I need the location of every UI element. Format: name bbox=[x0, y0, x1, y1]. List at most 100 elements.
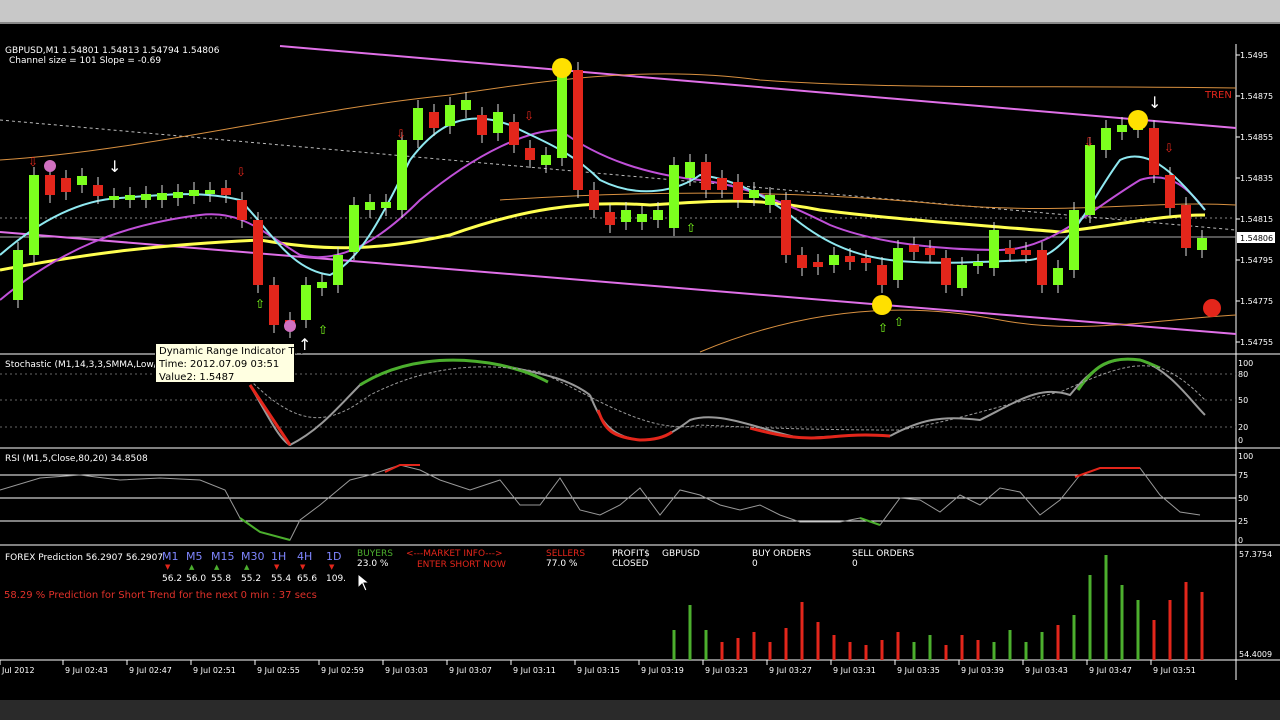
prediction-text: 58.29 % Prediction for Short Trend for t… bbox=[4, 590, 317, 601]
histogram-bar bbox=[800, 602, 804, 660]
histogram-bar bbox=[1024, 642, 1028, 660]
tooltip-line: Value2: 1.5487 bbox=[159, 372, 235, 383]
sellers-label: SELLERS bbox=[546, 549, 586, 559]
timeframe-label: 1D bbox=[326, 550, 342, 563]
histogram-bar bbox=[1184, 582, 1188, 660]
tooltip-line: Dynamic Range Indicator TM bbox=[159, 346, 304, 357]
time-axis-label: 9 Jul 03:39 bbox=[961, 666, 1004, 675]
candle-body bbox=[1037, 250, 1047, 285]
candle-body bbox=[253, 220, 263, 285]
sellers-value: 77.0 % bbox=[546, 559, 578, 569]
candle-body bbox=[573, 70, 583, 190]
down-arrow-icon: ⇩ bbox=[396, 127, 406, 141]
trend-label: TREN bbox=[1204, 90, 1232, 101]
sell-orders-value: 0 bbox=[852, 559, 858, 569]
histogram-bar bbox=[752, 632, 756, 660]
timeframe-label: 1H bbox=[271, 550, 287, 563]
candle-body bbox=[1101, 128, 1111, 150]
stochastic-level-label: 80 bbox=[1238, 370, 1248, 379]
down-triangle-icon: ▼ bbox=[274, 563, 280, 571]
candle-body bbox=[125, 195, 135, 200]
up-triangle-icon: ▲ bbox=[244, 563, 250, 571]
histogram-bar bbox=[1056, 625, 1060, 660]
stochastic-level-label: 50 bbox=[1238, 396, 1248, 405]
candle-body bbox=[1021, 250, 1031, 255]
histogram-bar bbox=[704, 630, 708, 660]
candle-body bbox=[237, 200, 247, 220]
price-axis-label: 1.54835 bbox=[1240, 174, 1273, 183]
up-arrow-icon: ⇧ bbox=[894, 315, 904, 329]
candle-body bbox=[93, 185, 103, 196]
price-axis-label: 1.54795 bbox=[1240, 256, 1273, 265]
time-axis-label: 9 Jul 03:27 bbox=[769, 666, 812, 675]
candle-body bbox=[13, 250, 23, 300]
time-axis-label: 9 Jul 03:19 bbox=[641, 666, 684, 675]
histogram-bar bbox=[1008, 630, 1012, 660]
candle-body bbox=[973, 262, 983, 266]
histogram-bar bbox=[688, 605, 692, 660]
candle-body bbox=[605, 212, 615, 225]
histogram-bar bbox=[1168, 600, 1172, 660]
candle-body bbox=[445, 105, 455, 126]
candle-body bbox=[173, 192, 183, 198]
mt4-window: TREN ↓ ↑ ↓ ⇧ ⇧ ⇧ ⇧ ⇧ ⇩ ⇩ ⇩ ⇩ ⇩ ⇩ 1.5495 1… bbox=[0, 0, 1280, 720]
candle-body bbox=[813, 262, 823, 267]
time-axis-label: 9 Jul 03:23 bbox=[705, 666, 748, 675]
histogram-bar bbox=[1136, 600, 1140, 660]
candle-body bbox=[221, 188, 231, 195]
candle-body bbox=[349, 205, 359, 252]
down-arrow-icon: ⇩ bbox=[236, 165, 246, 179]
up-arrow-icon: ⇧ bbox=[255, 297, 265, 311]
down-arrow-icon: ⇩ bbox=[1164, 141, 1174, 155]
candle-body bbox=[301, 285, 311, 320]
time-axis-label: 9 Jul 03:11 bbox=[513, 666, 556, 675]
signal-marker bbox=[284, 320, 296, 332]
timeframe-label: M5 bbox=[186, 550, 203, 563]
up-triangle-icon: ▲ bbox=[214, 563, 220, 571]
current-price-label: 1.54806 bbox=[1240, 234, 1273, 243]
candle-body bbox=[925, 248, 935, 255]
timeframe-value: 56.2 bbox=[162, 574, 183, 584]
histogram-bar bbox=[720, 642, 724, 660]
sell-orders-label: SELL ORDERS bbox=[852, 549, 915, 559]
candle-body bbox=[541, 155, 551, 165]
closed-label: CLOSED bbox=[612, 559, 649, 569]
down-arrow-icon: ⇩ bbox=[28, 155, 38, 169]
candle-body bbox=[941, 258, 951, 285]
hist-axis-bottom: 54.4009 bbox=[1239, 650, 1273, 659]
candle-body bbox=[477, 115, 487, 135]
stochastic-axis: 100 80 50 20 0 bbox=[1238, 359, 1253, 445]
histogram-bar bbox=[736, 638, 740, 660]
histogram-bar bbox=[960, 635, 964, 660]
histogram-bar bbox=[880, 640, 884, 660]
window-bottom-bar bbox=[0, 700, 1280, 720]
histogram-bar bbox=[1200, 592, 1204, 660]
timeframe-value: 55.2 bbox=[241, 574, 262, 584]
candle-body bbox=[525, 148, 535, 160]
candle-body bbox=[413, 108, 423, 140]
signal-marker bbox=[1128, 110, 1148, 130]
candle-body bbox=[461, 100, 471, 110]
timeframe-value: 56.0 bbox=[186, 574, 207, 584]
rsi-title: RSI (M1,5,Close,80,20) 34.8508 bbox=[5, 454, 148, 464]
candle-body bbox=[733, 182, 743, 200]
timeframe-value: 109. bbox=[326, 574, 347, 584]
rsi-level-label: 25 bbox=[1238, 517, 1248, 526]
histogram-bar bbox=[1040, 632, 1044, 660]
candle-body bbox=[493, 112, 503, 133]
price-axis-label: 1.5495 bbox=[1240, 51, 1268, 60]
candle-body bbox=[701, 162, 711, 190]
stochastic-level-label: 0 bbox=[1238, 436, 1243, 445]
histogram-bar bbox=[848, 642, 852, 660]
time-axis-label: 9 Jul 03:43 bbox=[1025, 666, 1068, 675]
time-axis-label: 9 Jul 02:51 bbox=[193, 666, 236, 675]
time-axis-label: 9 Jul 02:43 bbox=[65, 666, 108, 675]
candle-body bbox=[717, 178, 727, 190]
down-arrow-icon: ↓ bbox=[108, 157, 121, 176]
signal-marker bbox=[552, 58, 572, 78]
histogram-bar bbox=[992, 642, 996, 660]
time-axis-label: 9 Jul 02:55 bbox=[257, 666, 300, 675]
candle-body bbox=[1165, 175, 1175, 208]
histogram-bar bbox=[1120, 585, 1124, 660]
candle-body bbox=[1069, 210, 1079, 270]
